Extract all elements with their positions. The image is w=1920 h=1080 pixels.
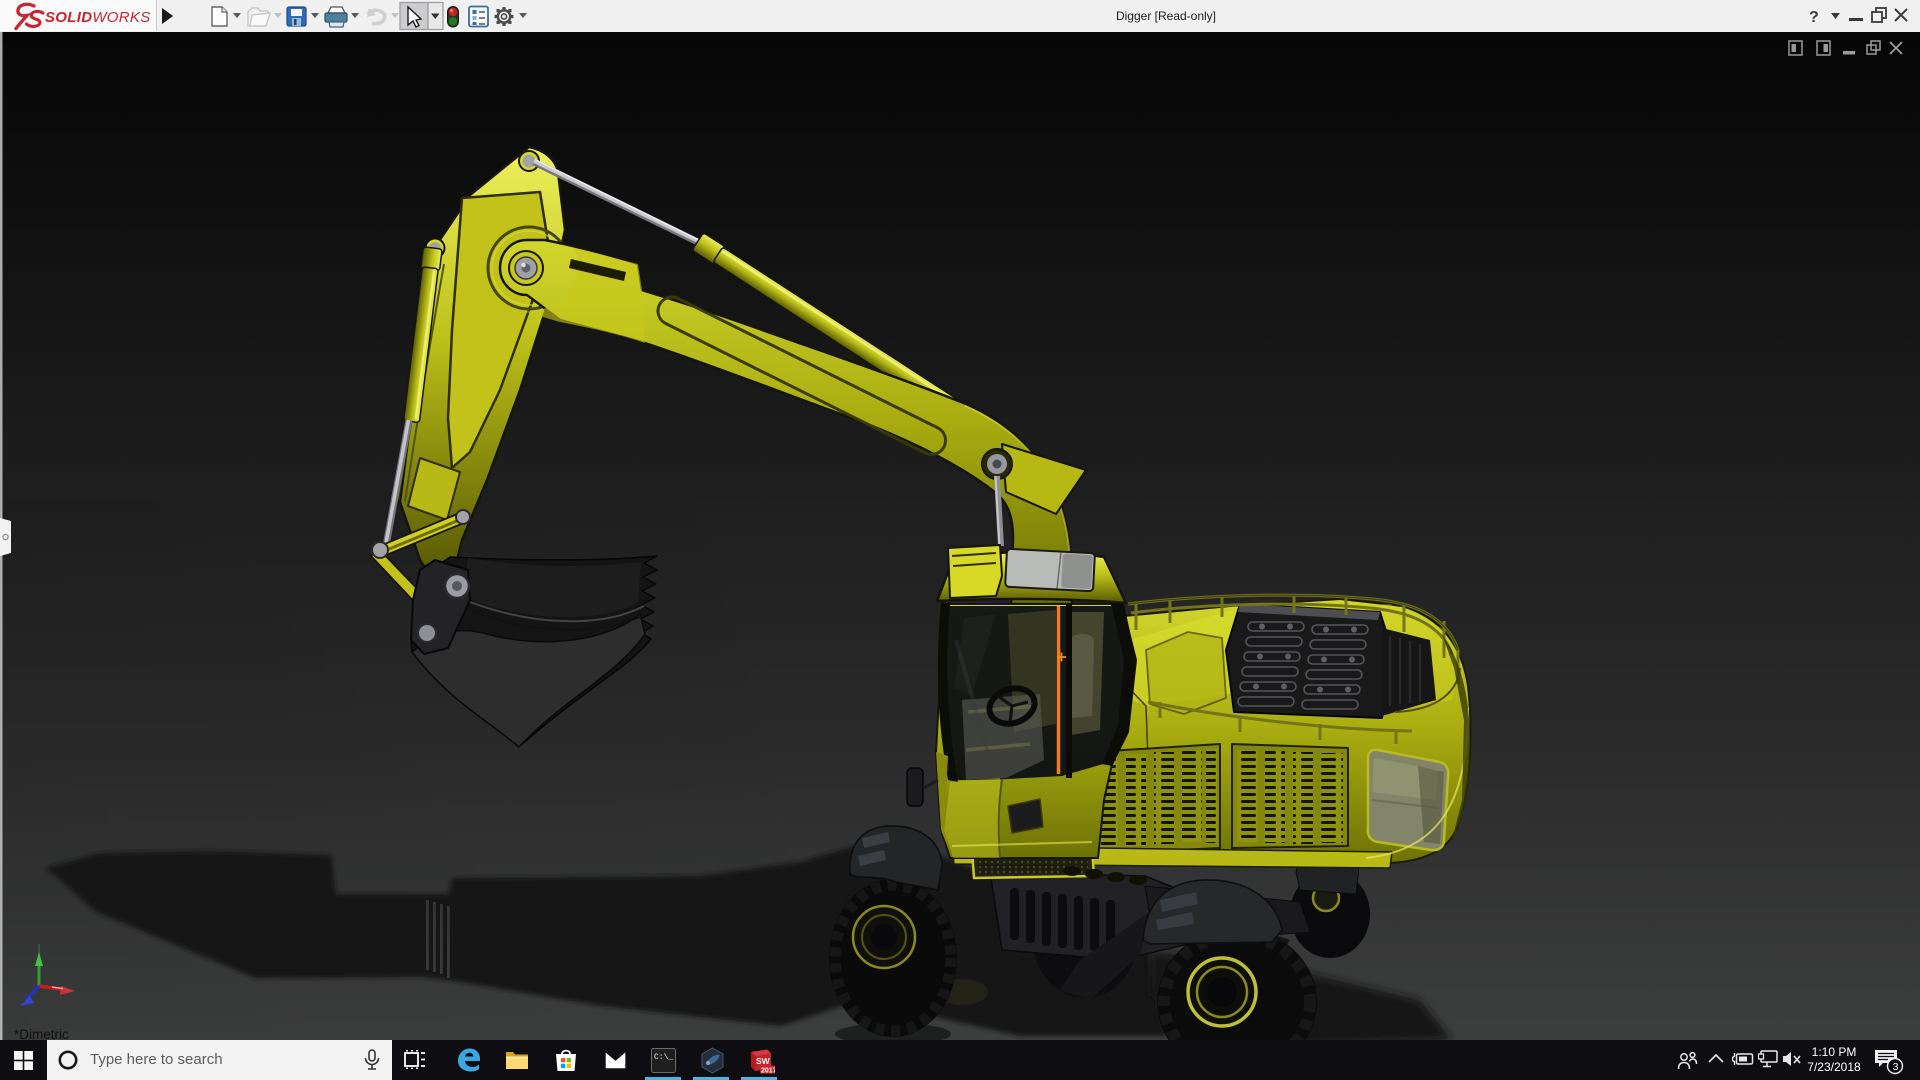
svg-text:*Dimetric: *Dimetric [14,1027,69,1040]
svg-text:SW: SW [756,1056,771,1066]
svg-text:?: ? [1809,9,1819,26]
svg-text:2017: 2017 [761,1068,775,1075]
svg-text:C:\_: C:\_ [654,1053,673,1062]
svg-text:SOLIDWORKS: SOLIDWORKS [45,9,151,26]
svg-text:3: 3 [1893,1061,1899,1073]
